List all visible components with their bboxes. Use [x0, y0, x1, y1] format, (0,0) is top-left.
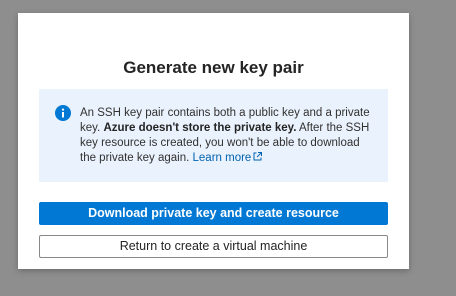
learn-more-link[interactable]: Learn more	[193, 152, 263, 164]
info-text-bold: Azure doesn't store the private key.	[103, 122, 297, 134]
external-link-icon	[253, 151, 263, 161]
generate-key-pair-dialog: Generate new key pair An SSH key pair co…	[18, 13, 409, 269]
download-and-create-button[interactable]: Download private key and create resource	[39, 202, 388, 225]
info-message-bar: An SSH key pair contains both a public k…	[39, 89, 388, 182]
learn-more-label: Learn more	[192, 152, 252, 164]
return-to-create-vm-button[interactable]: Return to create a virtual machine	[39, 235, 388, 258]
info-message-text: An SSH key pair contains both a public k…	[80, 106, 376, 166]
dialog-title: Generate new key pair	[123, 58, 304, 77]
info-circle-icon	[55, 105, 71, 121]
